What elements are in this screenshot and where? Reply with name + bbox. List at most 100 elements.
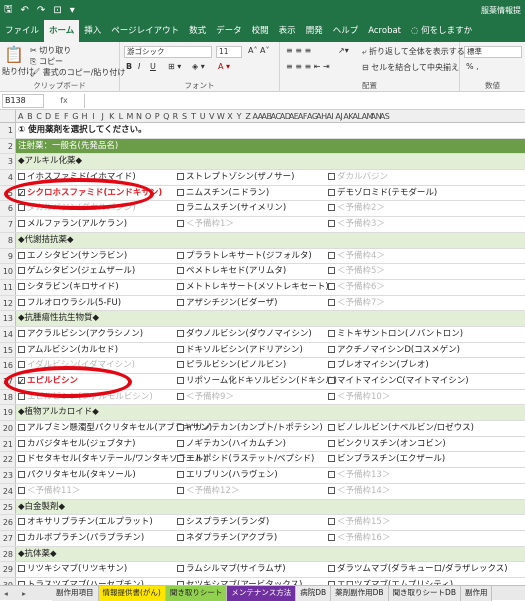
- column-header[interactable]: M: [125, 110, 134, 122]
- column-header[interactable]: K: [107, 110, 116, 122]
- row-number[interactable]: 26: [0, 515, 16, 530]
- checkbox-option[interactable]: ＜予備枠6＞: [328, 280, 385, 295]
- checkbox-icon[interactable]: [18, 439, 25, 447]
- row-number[interactable]: 7: [0, 217, 16, 232]
- checkbox-icon[interactable]: [328, 518, 335, 526]
- column-header[interactable]: F: [61, 110, 70, 122]
- checkbox-icon[interactable]: [328, 392, 335, 400]
- column-header[interactable]: U: [198, 110, 207, 122]
- formula-input[interactable]: [84, 93, 525, 108]
- checkbox-icon[interactable]: [328, 267, 335, 275]
- tab-8[interactable]: 開発: [301, 20, 328, 42]
- checkbox-option[interactable]: ビンブラスチン(エクザール): [328, 452, 445, 467]
- row-number[interactable]: 2: [0, 138, 16, 154]
- checkbox-icon[interactable]: [18, 220, 25, 228]
- column-header[interactable]: P: [152, 110, 161, 122]
- sheet-tab[interactable]: 薬剤副作用DB: [331, 585, 389, 601]
- row-number[interactable]: 16: [0, 358, 16, 373]
- format-painter-button[interactable]: 🖌 書式のコピー/貼り付け: [30, 67, 125, 78]
- row-cells[interactable]: パクリタキセル(タキソール) エリブリン(ハラヴェン) ＜予備枠13＞: [16, 468, 525, 483]
- checkbox-option[interactable]: アクラルビシン(アクラシノン): [18, 327, 143, 342]
- column-header[interactable]: AJ: [334, 110, 343, 122]
- checkbox-option[interactable]: ビンクリスチン(オンコビン): [328, 437, 446, 452]
- checkbox-option[interactable]: カバジタキセル(ジェブタナ): [18, 437, 135, 452]
- checkbox-option[interactable]: ダカルバジン: [328, 170, 388, 185]
- row-cells[interactable]: カルボプラチン(パラプラチン) ネダプラチン(アクプラ) ＜予備枠16＞: [16, 531, 525, 546]
- sheet-tab[interactable]: メンテナンス方法: [227, 585, 297, 601]
- checkbox-option[interactable]: ＜予備枠16＞: [328, 531, 390, 546]
- checkbox-icon[interactable]: [18, 486, 25, 494]
- sheet-tab[interactable]: 聞き取りシートDB: [388, 585, 461, 601]
- row-cells[interactable]: ◆白金製剤◆: [16, 499, 525, 515]
- italic-button[interactable]: I: [138, 62, 140, 71]
- column-header[interactable]: AE: [289, 110, 299, 122]
- column-header[interactable]: Y: [234, 110, 243, 122]
- row-number[interactable]: 12: [0, 295, 16, 311]
- tab-6[interactable]: 校閲: [247, 20, 274, 42]
- row-number[interactable]: 27: [0, 530, 16, 546]
- checkbox-icon[interactable]: [18, 345, 25, 353]
- checkbox-option[interactable]: エノシタビン(サンラビン): [18, 249, 127, 264]
- row-number[interactable]: 21: [0, 436, 16, 452]
- percent-button[interactable]: % ,: [466, 62, 479, 71]
- column-header[interactable]: G: [71, 110, 80, 122]
- checkbox-icon[interactable]: [177, 267, 184, 275]
- checkbox-icon[interactable]: [177, 439, 184, 447]
- row-number[interactable]: 3: [0, 154, 16, 170]
- checkbox-option[interactable]: ミトキサントロン(ノバントロン): [328, 327, 463, 342]
- column-header[interactable]: T: [189, 110, 198, 122]
- align-top-icons[interactable]: ≡ ≡ ≡: [286, 46, 311, 55]
- checkbox-icon[interactable]: [177, 204, 184, 212]
- row-cells[interactable]: アクラルビシン(アクラシノン) ダウノルビシン(ダウノマイシン) ミトキサントロン(…: [16, 327, 525, 342]
- checkbox-icon[interactable]: [177, 471, 184, 479]
- checkbox-option[interactable]: ネダプラチン(アクプラ): [177, 531, 277, 546]
- sheet-tab[interactable]: 副作用項目: [52, 585, 99, 601]
- row-number[interactable]: 20: [0, 421, 16, 436]
- checkbox-option[interactable]: ストレプトゾシン(ザノサー): [177, 170, 294, 185]
- checkbox-option[interactable]: ビノレルビン(ナベルビン/ロゼウス): [328, 421, 474, 436]
- sheet-tab[interactable]: 副作用: [460, 585, 493, 601]
- row-cells[interactable]: ◆抗体薬◆: [16, 546, 525, 562]
- checkbox-icon[interactable]: [328, 282, 335, 290]
- fx-icon[interactable]: fx: [44, 96, 84, 105]
- checkbox-option[interactable]: リツキシマブ(リツキサン): [18, 562, 127, 577]
- undo-icon[interactable]: ↶: [21, 5, 29, 16]
- checkbox-icon[interactable]: [177, 533, 184, 541]
- checkbox-icon[interactable]: [328, 533, 335, 541]
- row-number[interactable]: 24: [0, 483, 16, 499]
- checkbox-option[interactable]: ＜予備枠7＞: [328, 296, 385, 311]
- checkbox-option[interactable]: パクリタキセル(タキソール): [18, 468, 136, 483]
- row-number[interactable]: 1: [0, 123, 16, 138]
- row-cells[interactable]: カバジタキセル(ジェブタナ) ノギテカン(ハイカムチン) ビンクリスチン(オンコビン…: [16, 437, 525, 452]
- checkbox-option[interactable]: ＜予備枠14＞: [328, 484, 390, 499]
- row-number[interactable]: 25: [0, 499, 16, 515]
- column-header[interactable]: L: [116, 110, 125, 122]
- row-number[interactable]: 23: [0, 468, 16, 483]
- checkbox-icon[interactable]: [328, 188, 335, 196]
- checkbox-icon[interactable]: [177, 220, 184, 228]
- checkbox-option[interactable]: プララトレキサート(ジフォルタ): [177, 249, 312, 264]
- orientation-icon[interactable]: ↗▾: [338, 46, 349, 55]
- checkbox-icon[interactable]: [328, 173, 335, 181]
- row-cells[interactable]: シタラビン(キロサイド) メトトレキサート(メソトレキセート) ＜予備枠6＞: [16, 280, 525, 295]
- checkbox-option[interactable]: ＜予備枠2＞: [328, 201, 385, 216]
- column-header[interactable]: C: [34, 110, 43, 122]
- checkbox-option[interactable]: ＜予備枠5＞: [328, 264, 385, 279]
- checkbox-icon[interactable]: [18, 267, 25, 275]
- checkbox-option[interactable]: デモゾロミド(テモダール): [328, 186, 437, 201]
- checkbox-option[interactable]: シスプラチン(ランダ): [177, 515, 269, 530]
- checkbox-option[interactable]: カルボプラチン(パラプラチン): [18, 531, 144, 546]
- select-all-corner[interactable]: [0, 110, 16, 122]
- checkbox-option[interactable]: ＜予備枠11＞: [18, 484, 80, 499]
- checkbox-option[interactable]: ピラルビシン(ピノルビン): [177, 358, 286, 373]
- column-header[interactable]: V: [207, 110, 216, 122]
- tab-10[interactable]: Acrobat: [363, 20, 406, 42]
- name-box[interactable]: B138: [2, 93, 44, 108]
- tab-2[interactable]: 挿入: [79, 20, 106, 42]
- column-header[interactable]: AI: [325, 110, 334, 122]
- sheet-tab[interactable]: 聞き取りシート: [165, 585, 228, 601]
- checkbox-icon[interactable]: [328, 565, 335, 573]
- checkbox-option[interactable]: エトポシド(ラステット/ベプシド): [177, 452, 314, 467]
- checkbox-option[interactable]: ＜予備枠3＞: [328, 217, 385, 232]
- checkbox-icon[interactable]: [177, 392, 184, 400]
